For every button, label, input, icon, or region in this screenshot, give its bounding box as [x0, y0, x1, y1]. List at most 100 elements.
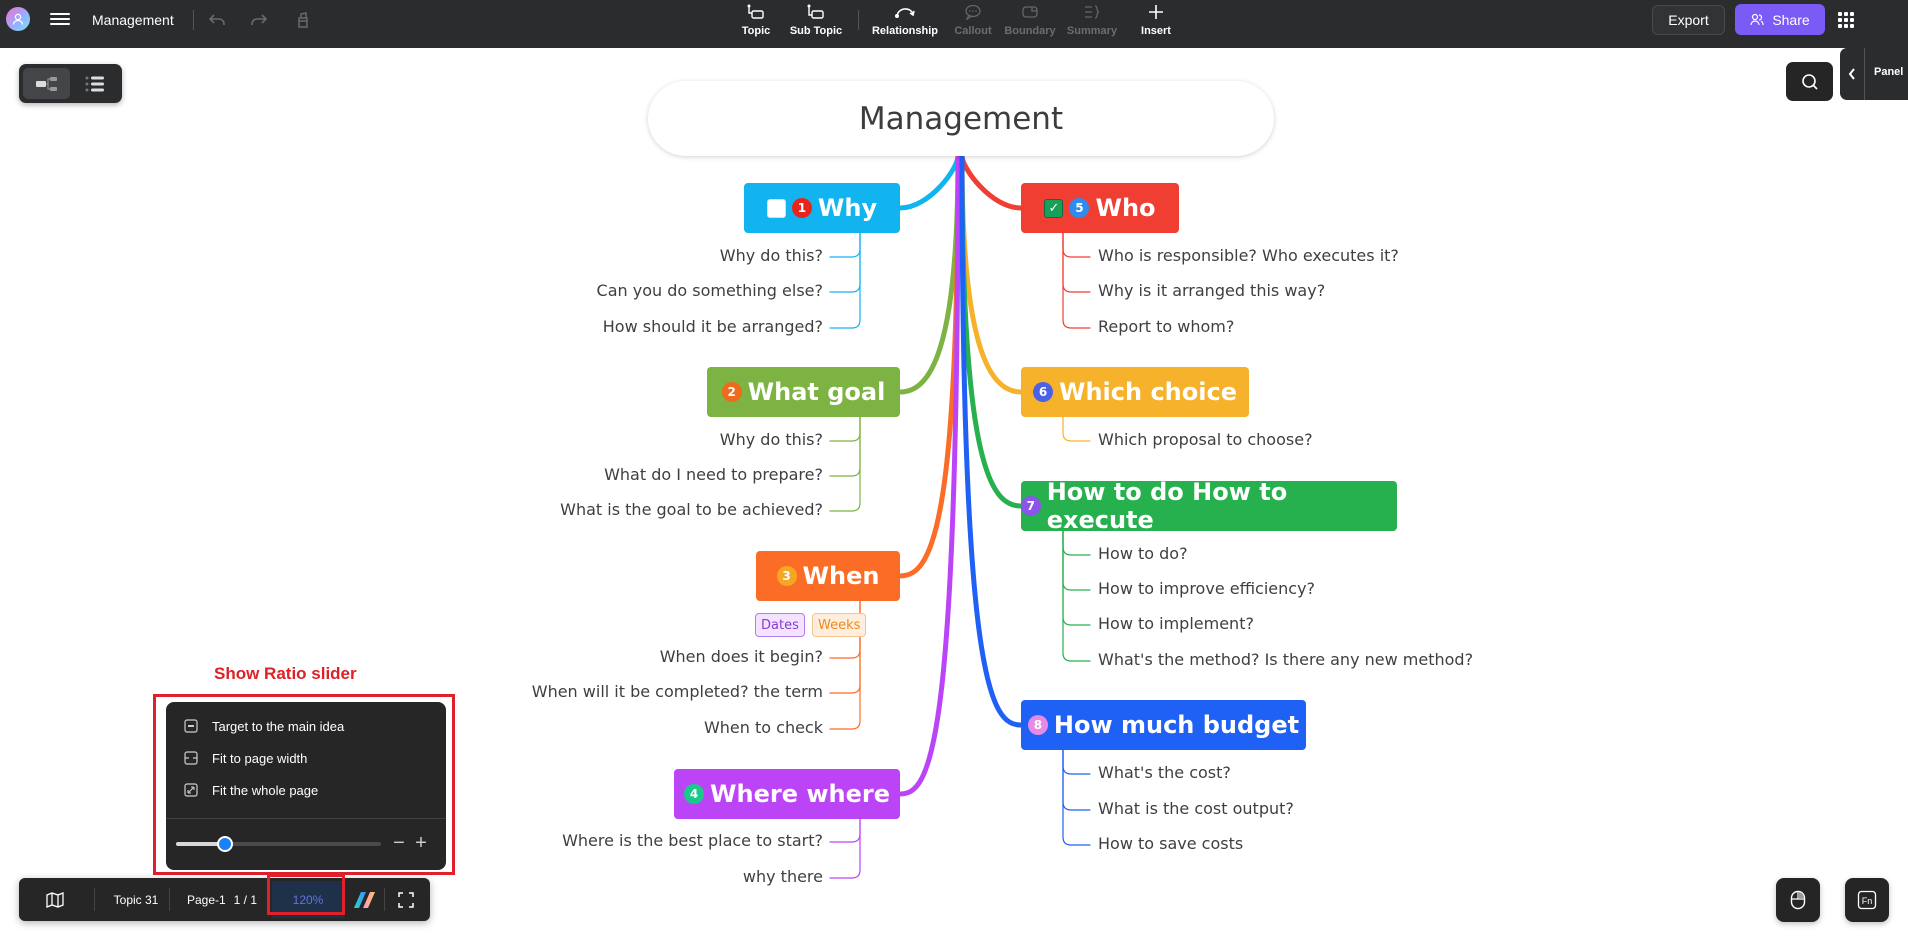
theme-button[interactable] — [349, 878, 379, 921]
sub-branch — [829, 232, 861, 293]
main-branch — [897, 153, 961, 395]
subtopic[interactable]: What is the cost output? — [1098, 799, 1294, 818]
subtopic[interactable]: How to improve efficiency? — [1098, 579, 1315, 598]
annotation-label: Show Ratio slider — [214, 664, 357, 683]
minimap-button[interactable] — [37, 878, 73, 921]
priority-3-icon: 3 — [776, 566, 797, 586]
brand-logo-icon — [354, 891, 375, 908]
topic-title: Which choice — [1059, 378, 1237, 406]
topic-how-to-do[interactable]: 7 How to do How to execute — [1021, 478, 1397, 534]
sub-branch — [1062, 232, 1091, 329]
fit-width-icon — [184, 751, 198, 765]
subtopic[interactable]: How should it be arranged? — [603, 317, 823, 336]
priority-7-icon: 7 — [1021, 496, 1041, 516]
checkbox-unchecked[interactable] — [766, 198, 786, 218]
divider — [169, 888, 170, 911]
target-icon — [184, 719, 198, 733]
topic-count: Topic 31 — [113, 892, 159, 907]
priority-4-icon: 4 — [684, 784, 705, 804]
fullscreen-button[interactable] — [390, 878, 422, 921]
checkbox-checked[interactable]: ✓ — [1044, 198, 1064, 218]
sub-branch — [829, 416, 861, 442]
main-branch — [959, 153, 1024, 211]
topic-when[interactable]: 3 When — [756, 551, 900, 601]
subtopic[interactable]: What's the cost? — [1098, 763, 1231, 782]
zoom-out-button[interactable]: − — [390, 832, 408, 854]
subtopic[interactable]: Can you do something else? — [597, 281, 823, 300]
subtopic[interactable]: How to save costs — [1098, 834, 1243, 853]
fit-page-width-option[interactable]: Fit to page width — [184, 747, 307, 769]
subtopic[interactable]: How to do? — [1098, 544, 1188, 563]
bottom-status-bar: Topic 31 Page-1 1 / 1 120% — [19, 878, 430, 921]
sub-branch — [1062, 530, 1091, 556]
topic-title: What goal — [747, 378, 886, 406]
divider — [94, 888, 95, 911]
subtopic[interactable]: Why do this? — [720, 430, 823, 449]
priority-8-icon: 8 — [1027, 715, 1048, 735]
mouse-icon — [1790, 890, 1806, 910]
main-branch — [897, 153, 961, 797]
map-icon — [46, 891, 64, 908]
fit-whole-page-option[interactable]: Fit the whole page — [184, 779, 318, 801]
priority-6-icon: 6 — [1033, 382, 1053, 402]
main-branch — [897, 153, 961, 579]
label-tag[interactable]: Dates — [755, 613, 805, 637]
main-branch — [959, 153, 1024, 395]
sub-branch — [829, 416, 861, 512]
priority-5-icon: 5 — [1069, 198, 1090, 218]
topic-what-goal[interactable]: 2 What goal — [707, 367, 900, 417]
zoom-slider-thumb[interactable] — [217, 836, 234, 852]
topic-title: Who — [1095, 194, 1156, 222]
subtopic[interactable]: When will it be completed? the term — [532, 682, 823, 701]
page-indicator[interactable]: Page-1 1 / 1 — [177, 878, 267, 921]
fn-icon: Fn — [1857, 890, 1877, 910]
topic-why[interactable]: 1 Why — [744, 183, 900, 233]
divider — [166, 818, 446, 819]
sub-branch — [829, 818, 861, 843]
topic-title: When — [802, 562, 880, 590]
topic-how-much-budget[interactable]: 8 How much budget — [1021, 700, 1306, 750]
function-keys-button[interactable]: Fn — [1845, 878, 1889, 922]
subtopic[interactable]: why there — [743, 867, 823, 886]
zoom-in-button[interactable]: + — [412, 832, 430, 854]
subtopic[interactable]: Why do this? — [720, 246, 823, 265]
subtopic[interactable]: When to check — [704, 718, 823, 737]
sub-branch — [1062, 749, 1091, 811]
subtopic[interactable]: Report to whom? — [1098, 317, 1234, 336]
main-branch — [959, 153, 1024, 728]
topic-which-choice[interactable]: 6 Which choice — [1021, 367, 1249, 417]
subtopic[interactable]: Who is responsible? Who executes it? — [1098, 246, 1399, 265]
subtopic[interactable]: Why is it arranged this way? — [1098, 281, 1325, 300]
label-tag[interactable]: Weeks — [812, 613, 867, 637]
subtopic[interactable]: What's the method? Is there any new meth… — [1098, 650, 1473, 669]
zoom-ratio-popup: Target to the main idea Fit to page widt… — [166, 702, 446, 870]
subtopic[interactable]: What is the goal to be achieved? — [560, 500, 823, 519]
sub-branch — [1062, 530, 1091, 591]
priority-1-icon: 1 — [791, 198, 812, 218]
subtopic[interactable]: How to implement? — [1098, 614, 1254, 633]
topic-title: How much budget — [1053, 711, 1300, 739]
subtopic[interactable]: Where is the best place to start? — [562, 831, 823, 850]
topic-where[interactable]: 4 Where where — [674, 769, 900, 819]
svg-text:Fn: Fn — [1862, 896, 1873, 906]
central-topic[interactable]: Management — [648, 81, 1274, 156]
subtopic[interactable]: When does it begin? — [660, 647, 823, 666]
main-branch — [897, 153, 961, 211]
fit-page-icon — [184, 783, 198, 797]
divider — [384, 888, 385, 911]
topic-title: Where where — [710, 780, 890, 808]
topic-who[interactable]: ✓ 5 Who — [1021, 183, 1179, 233]
fullscreen-icon — [398, 891, 414, 908]
zoom-slider[interactable] — [176, 836, 381, 852]
mouse-mode-button[interactable] — [1776, 878, 1820, 922]
target-main-idea-option[interactable]: Target to the main idea — [184, 715, 344, 737]
subtopic[interactable]: What do I need to prepare? — [604, 465, 823, 484]
sub-branch — [1062, 232, 1091, 258]
zoom-highlight-box — [267, 874, 345, 915]
topic-title: How to do How to execute — [1046, 478, 1288, 534]
sub-branch — [1062, 749, 1091, 775]
sub-branch — [1062, 232, 1091, 293]
subtopic[interactable]: Which proposal to choose? — [1098, 430, 1313, 449]
priority-2-icon: 2 — [721, 382, 742, 402]
sub-branch — [1062, 530, 1091, 626]
